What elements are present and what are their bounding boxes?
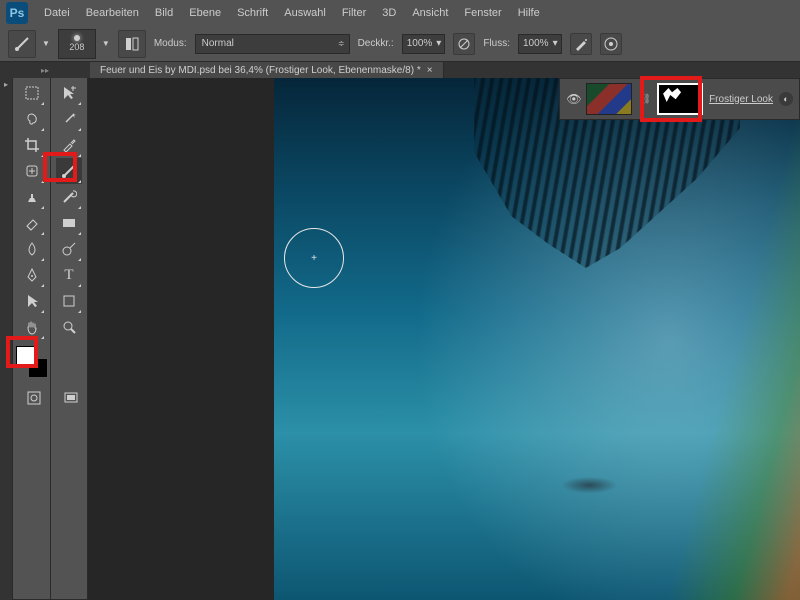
layers-panel-row[interactable]: 👁 ⛓ Frostiger Look ◐ <box>559 78 800 120</box>
eyedropper-icon[interactable] <box>56 132 82 158</box>
opacity-value: 100% <box>407 38 433 49</box>
close-icon[interactable]: × <box>427 65 433 76</box>
menu-select[interactable]: Auswahl <box>276 3 334 23</box>
menu-bar: Ps Datei Bearbeiten Bild Ebene Schrift A… <box>0 0 800 26</box>
chevron-down-icon[interactable]: ▼ <box>42 39 50 48</box>
brush-cursor: + <box>284 228 344 288</box>
chevron-updown-icon: ≑ <box>338 39 345 48</box>
lasso-icon[interactable] <box>19 106 45 132</box>
flow-input[interactable]: 100% ▾ <box>518 34 562 54</box>
type-icon[interactable]: T <box>56 262 82 288</box>
quick-mask-icon[interactable] <box>26 390 42 406</box>
pressure-size-icon[interactable] <box>600 33 622 55</box>
chevron-down-icon: ▾ <box>553 38 558 49</box>
panel-gutter[interactable]: ▸ <box>0 78 12 600</box>
menu-image[interactable]: Bild <box>147 3 181 23</box>
document-tab[interactable]: Feuer und Eis by MDI.psd bei 36,4% (Fros… <box>90 62 444 78</box>
expand-icon: ▸ <box>4 80 8 89</box>
foreground-color[interactable] <box>16 346 36 366</box>
layer-thumbnail[interactable] <box>586 83 632 115</box>
document-canvas[interactable] <box>274 78 800 600</box>
flow-label: Fluss: <box>483 38 510 49</box>
workspace: ▸ <box>0 78 800 600</box>
crop-icon[interactable] <box>19 132 45 158</box>
layer-name-label[interactable]: Frostiger Look <box>709 94 773 105</box>
path-select-icon[interactable] <box>19 288 45 314</box>
menu-layer[interactable]: Ebene <box>181 3 229 23</box>
menu-filter[interactable]: Filter <box>334 3 374 23</box>
zoom-icon[interactable] <box>56 314 82 340</box>
blend-mode-select[interactable]: Normal ≑ <box>195 34 350 54</box>
menu-window[interactable]: Fenster <box>456 3 509 23</box>
toolbox-col-left <box>12 78 50 600</box>
airbrush-icon[interactable] <box>570 33 592 55</box>
chevron-down-icon: ▾ <box>436 38 441 49</box>
document-title: Feuer und Eis by MDI.psd bei 36,4% (Fros… <box>100 65 421 76</box>
brush-icon[interactable] <box>56 158 82 184</box>
clone-stamp-icon[interactable] <box>19 184 45 210</box>
menu-edit[interactable]: Bearbeiten <box>78 3 147 23</box>
brush-preset-picker[interactable]: 208 <box>58 29 96 59</box>
spot-heal-icon[interactable] <box>19 158 45 184</box>
opacity-input[interactable]: 100%▾ <box>402 34 446 54</box>
hand-icon[interactable] <box>19 314 45 340</box>
tool-preset-icon[interactable] <box>8 30 36 58</box>
toolbox: T <box>12 78 88 600</box>
canvas-area[interactable]: + <box>88 78 800 600</box>
magic-wand-icon[interactable] <box>56 106 82 132</box>
history-brush-icon[interactable] <box>56 184 82 210</box>
brush-size-value: 208 <box>69 42 84 52</box>
move-icon[interactable] <box>56 80 82 106</box>
blur-icon[interactable] <box>19 236 45 262</box>
opacity-label: Deckkr.: <box>358 38 394 49</box>
options-bar: ▼ 208 ▼ Modus: Normal ≑ Deckkr.: 100%▾ F… <box>0 26 800 62</box>
tab-bar: ▸▸ Feuer und Eis by MDI.psd bei 36,4% (F… <box>0 62 800 78</box>
dodge-icon[interactable] <box>56 236 82 262</box>
blend-mode-value: Normal <box>202 38 234 49</box>
menu-3d[interactable]: 3D <box>374 3 404 23</box>
pen-icon[interactable] <box>19 262 45 288</box>
menu-view[interactable]: Ansicht <box>404 3 456 23</box>
toolbox-col-right: T <box>50 78 88 600</box>
rectangular-marquee-icon[interactable] <box>19 80 45 106</box>
app-logo: Ps <box>6 2 28 24</box>
panel-collapse-icon[interactable]: ▸▸ <box>0 62 90 78</box>
mask-link-icon[interactable]: ⛓ <box>638 94 651 105</box>
rectangle-shape-icon[interactable] <box>56 288 82 314</box>
pressure-opacity-icon[interactable] <box>453 33 475 55</box>
gradient-icon[interactable] <box>56 210 82 236</box>
layer-mask-thumbnail[interactable] <box>657 83 703 115</box>
visibility-toggle-icon[interactable]: 👁 <box>566 92 580 106</box>
color-swatch[interactable] <box>16 346 48 378</box>
screen-mode-icon[interactable] <box>63 390 79 406</box>
brush-panel-toggle-icon[interactable] <box>118 30 146 58</box>
layer-effects-icon[interactable]: ◐ <box>779 92 793 106</box>
chevron-down-icon[interactable]: ▼ <box>102 39 110 48</box>
menu-file[interactable]: Datei <box>36 3 78 23</box>
brush-tip-preview <box>74 35 80 41</box>
eraser-icon[interactable] <box>19 210 45 236</box>
flow-value: 100% <box>523 38 549 49</box>
menu-help[interactable]: Hilfe <box>510 3 548 23</box>
menu-type[interactable]: Schrift <box>229 3 276 23</box>
mode-label: Modus: <box>154 38 187 49</box>
